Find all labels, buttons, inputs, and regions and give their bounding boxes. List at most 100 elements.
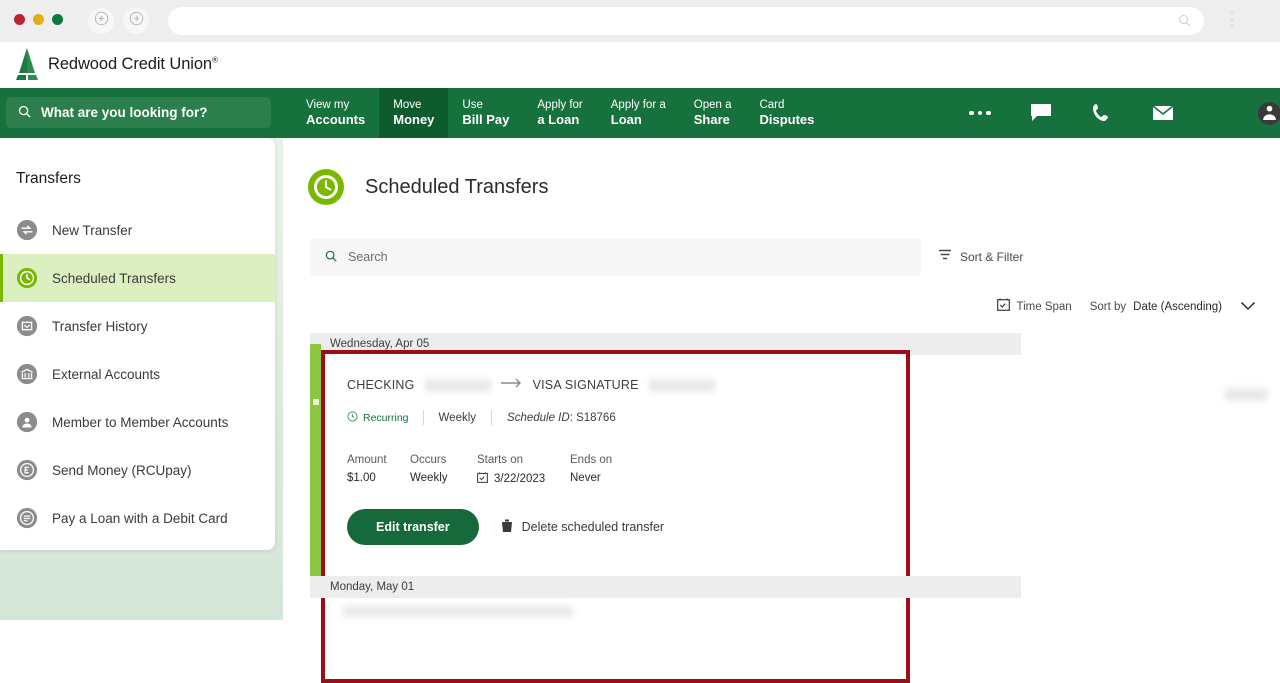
- arrow-left-circle-icon: [94, 11, 109, 31]
- time-span-label: Time Span: [1016, 301, 1072, 313]
- brand-logo-link[interactable]: Redwood Credit Union®: [14, 47, 218, 81]
- to-account-masked: [648, 378, 715, 392]
- clock-icon: [16, 267, 38, 289]
- nav-line-2: Share: [693, 112, 730, 128]
- sort-and-filter-button[interactable]: Sort & Filter: [938, 248, 1023, 266]
- browser-menu-button[interactable]: [1230, 11, 1234, 28]
- phone-icon[interactable]: [1092, 103, 1112, 123]
- sidebar-item-transfer-history[interactable]: Transfer History: [0, 302, 275, 350]
- minimize-window-button[interactable]: [33, 14, 44, 25]
- kebab-menu-icon: [1230, 11, 1234, 15]
- transfer-arrows-icon: [16, 219, 38, 241]
- nav-line-2: a Loan: [537, 112, 580, 128]
- search-icon: [324, 249, 338, 266]
- to-account-name: VISA SIGNATURE: [532, 378, 639, 392]
- clock-icon: [347, 411, 358, 425]
- close-window-button[interactable]: [14, 14, 25, 25]
- delete-scheduled-transfer-button[interactable]: Delete scheduled transfer: [501, 519, 664, 536]
- scheduled-transfer-card[interactable]: CHECKING VISA SIGNATURE Recurring Weekly: [321, 350, 910, 683]
- primary-navigation-bar: What are you looking for? View my Accoun…: [0, 88, 1280, 138]
- day-group-label: Monday, May 01: [330, 581, 415, 593]
- envelope-icon[interactable]: [1152, 105, 1174, 121]
- nav-item-open-a-share[interactable]: Open a Share: [680, 88, 746, 138]
- sidebar-item-label: Transfer History: [52, 318, 148, 334]
- schedule-id-value: S18766: [576, 411, 616, 424]
- trash-icon: [501, 519, 513, 536]
- arrow-right-circle-icon: [129, 11, 144, 31]
- history-box-icon: [16, 315, 38, 337]
- forward-button[interactable]: [123, 8, 149, 34]
- timeline-marker: [312, 399, 319, 405]
- nav-line-2: Bill Pay: [462, 112, 510, 128]
- sidebar-item-new-transfer[interactable]: New Transfer: [0, 206, 275, 254]
- window-controls: [14, 14, 63, 25]
- detail-occurs: Occurs Weekly: [410, 454, 477, 486]
- chevron-down-icon[interactable]: [1240, 298, 1256, 316]
- detail-label: Starts on: [477, 454, 524, 466]
- schedule-id-label: Schedule ID: [507, 411, 570, 424]
- nav-item-apply-for-a-loan-alt[interactable]: Apply for a Loan: [597, 88, 680, 138]
- url-bar[interactable]: [168, 7, 1204, 35]
- detail-amount: Amount $1.00: [347, 454, 410, 486]
- nav-line-1: View my: [306, 98, 350, 111]
- sidebar-item-scheduled-transfers[interactable]: Scheduled Transfers: [0, 254, 275, 302]
- nav-item-view-my-accounts[interactable]: View my Accounts: [292, 88, 379, 138]
- sidebar-panel: Transfers New Transfer Scheduled Transfe…: [0, 138, 275, 550]
- nav-item-use-bill-pay[interactable]: Use Bill Pay: [448, 88, 523, 138]
- nav-item-apply-for-a-loan[interactable]: Apply for a Loan: [523, 88, 596, 138]
- sidebar-item-send-money-rcupay[interactable]: Send Money (RCUpay): [0, 446, 275, 494]
- sidebar-item-label: Scheduled Transfers: [52, 270, 176, 286]
- search-icon: [17, 104, 32, 122]
- nav-utility-icons: [1030, 88, 1174, 138]
- site-search-placeholder: What are you looking for?: [41, 105, 208, 120]
- transfer-amount-masked: [1225, 388, 1267, 401]
- back-button[interactable]: [88, 8, 114, 34]
- from-account-name: CHECKING: [347, 378, 415, 392]
- search-placeholder: Search: [348, 250, 388, 264]
- sidebar-title: Transfers: [16, 170, 81, 187]
- filter-icon: [938, 248, 952, 266]
- search-input[interactable]: Search: [310, 238, 921, 276]
- sort-and-filter-label: Sort & Filter: [960, 250, 1024, 264]
- sidebar-item-label: New Transfer: [52, 222, 133, 238]
- nav-line-2: Money: [393, 112, 435, 128]
- ellipsis-icon: [969, 110, 974, 116]
- bank-icon: [16, 363, 38, 385]
- arrow-right-icon: [500, 376, 523, 394]
- nav-line-1: Card: [759, 98, 785, 111]
- nav-more-button[interactable]: [966, 107, 994, 119]
- nav-item-card-disputes[interactable]: Card Disputes: [745, 88, 828, 138]
- sidebar-item-member-to-member-accounts[interactable]: Member to Member Accounts: [0, 398, 275, 446]
- nav-line-1: Move: [393, 98, 422, 111]
- delete-label: Delete scheduled transfer: [521, 520, 665, 534]
- nav-line-1: Use: [462, 98, 483, 111]
- brand-name: Redwood Credit Union®: [48, 54, 218, 73]
- detail-value: $1.00: [347, 472, 376, 484]
- detail-ends-on: Ends on Never: [570, 454, 612, 486]
- sidebar-item-label: Member to Member Accounts: [52, 414, 229, 430]
- time-span-button[interactable]: Time Span: [996, 298, 1072, 316]
- accounts-row: CHECKING VISA SIGNATURE: [347, 376, 715, 394]
- chat-bubble-icon[interactable]: [1030, 103, 1052, 123]
- sort-by-control[interactable]: Sort by Date (Ascending): [1090, 301, 1222, 313]
- sidebar-item-external-accounts[interactable]: External Accounts: [0, 350, 275, 398]
- edit-transfer-button[interactable]: Edit transfer: [347, 509, 479, 545]
- recurring-label: Recurring: [363, 411, 409, 424]
- main-content: Scheduled Transfers Search Sort & Filter…: [283, 138, 1280, 683]
- maximize-window-button[interactable]: [52, 14, 63, 25]
- next-transfer-card-partial[interactable]: [321, 606, 910, 626]
- user-avatar[interactable]: [1258, 102, 1280, 125]
- nav-item-move-money[interactable]: Move Money: [379, 88, 449, 138]
- brand-bar: Redwood Credit Union®: [0, 42, 1280, 88]
- sidebar-item-pay-a-loan-with-a-debit-card[interactable]: Pay a Loan with a Debit Card: [0, 494, 275, 542]
- site-search-input[interactable]: What are you looking for?: [6, 97, 271, 128]
- day-group-label: Wednesday, Apr 05: [330, 338, 430, 350]
- sort-by-value: Date (Ascending): [1133, 301, 1222, 313]
- people-icon: [16, 411, 38, 433]
- transfer-details: Amount $1.00 Occurs Weekly Starts on 3/2…: [347, 454, 612, 486]
- frequency-value: Weekly: [438, 411, 477, 424]
- url-search-icon[interactable]: [1177, 13, 1192, 33]
- green-clock-icon: [307, 168, 345, 206]
- redwood-tree-logo-icon: [14, 47, 40, 81]
- nav-line-2: Accounts: [306, 112, 366, 128]
